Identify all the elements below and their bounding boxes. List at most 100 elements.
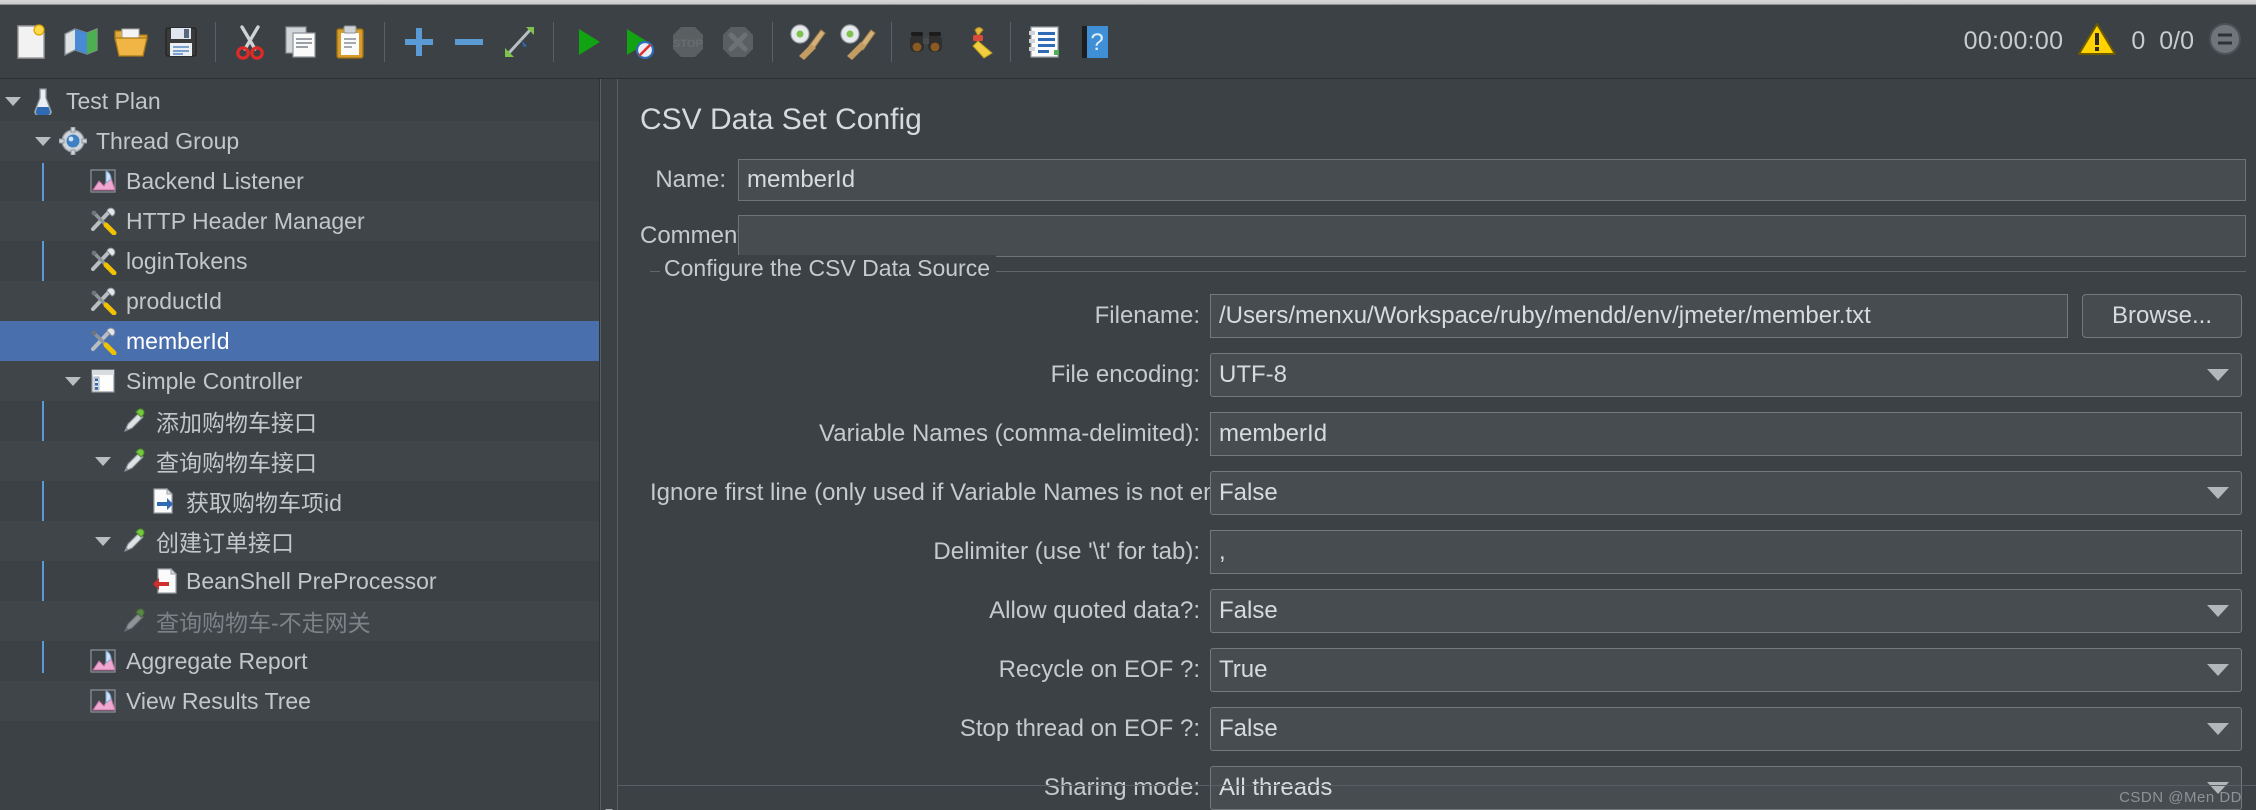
tree-node[interactable]: loginTokens: [0, 241, 599, 281]
chevron-down-icon[interactable]: [2207, 369, 2229, 381]
config-dropdown[interactable]: False: [1210, 471, 2242, 515]
tree-node[interactable]: memberId: [0, 321, 599, 361]
config-text-input[interactable]: /Users/menxu/Workspace/ruby/mendd/env/jm…: [1210, 294, 2068, 338]
config-field-row: Sharing mode: All threads: [650, 766, 2242, 810]
config-dropdown-value: False: [1219, 715, 1278, 742]
clear-icon[interactable]: [782, 17, 832, 67]
save-icon[interactable]: [156, 17, 206, 67]
tree-node[interactable]: 创建订单接口: [0, 521, 599, 561]
name-label: Name:: [655, 166, 726, 193]
start-no-pauses-icon[interactable]: [613, 17, 663, 67]
chevron-down-icon[interactable]: [2207, 723, 2229, 735]
chevron-down-icon[interactable]: [90, 536, 116, 546]
tree-node[interactable]: Simple Controller: [0, 361, 599, 401]
toolbar-group-file: [6, 17, 206, 67]
tree-node[interactable]: 添加购物车接口: [0, 401, 599, 441]
tree-node-label: Simple Controller: [126, 367, 303, 394]
tree-node[interactable]: productId: [0, 281, 599, 321]
search-icon[interactable]: [901, 17, 951, 67]
config-dropdown[interactable]: All threads: [1210, 766, 2242, 810]
tree-node[interactable]: 查询购物车接口: [0, 441, 599, 481]
collapse-all-icon[interactable]: [444, 17, 494, 67]
config-field-row: Ignore first line (only used if Variable…: [650, 471, 2242, 515]
toolbar-status-area: 00:00:00 0 0/0: [1964, 21, 2246, 62]
open-icon[interactable]: [106, 17, 156, 67]
paste-icon[interactable]: [325, 17, 375, 67]
config-field-control: False: [1210, 707, 2242, 751]
toggle-icon[interactable]: [494, 17, 544, 67]
name-input[interactable]: memberId: [738, 159, 2246, 201]
tree-node[interactable]: View Results Tree: [0, 681, 599, 721]
config-field-control: False: [1210, 471, 2242, 515]
panel-splitter[interactable]: [600, 79, 618, 810]
cut-icon[interactable]: [225, 17, 275, 67]
config-dropdown[interactable]: True: [1210, 648, 2242, 692]
tree-node[interactable]: Test Plan: [0, 81, 599, 121]
chevron-down-icon[interactable]: [2207, 605, 2229, 617]
config-element-icon: [86, 247, 120, 275]
tree-node[interactable]: Aggregate Report: [0, 641, 599, 681]
sampler-icon: [116, 407, 150, 435]
sampler-icon: [116, 447, 150, 475]
configure-csv-data-source-group: Configure the CSV Data Source Filename: /…: [650, 255, 2246, 810]
config-field-control: UTF-8: [1210, 353, 2242, 397]
csv-data-set-config-panel: CSV Data Set Config Name: memberId Comme…: [618, 79, 2256, 810]
page-title: CSV Data Set Config: [640, 103, 922, 136]
browse-button[interactable]: Browse...: [2082, 294, 2242, 338]
expand-all-icon[interactable]: [394, 17, 444, 67]
config-text-input[interactable]: memberId: [1210, 412, 2242, 456]
config-dropdown-value: UTF-8: [1219, 361, 1287, 388]
config-dropdown[interactable]: False: [1210, 707, 2242, 751]
tree-node-label: 获取购物车项id: [186, 490, 342, 516]
warning-triangle-icon[interactable]: [2077, 21, 2117, 62]
config-field-row: Allow quoted data?: False: [650, 589, 2242, 633]
tree-node[interactable]: 获取购物车项id: [0, 481, 599, 521]
thread-ratio: 0/0: [2159, 27, 2194, 55]
start-icon[interactable]: [563, 17, 613, 67]
tree-node[interactable]: BeanShell PreProcessor: [0, 561, 599, 601]
config-field-label: File encoding:: [1050, 361, 1200, 388]
toolbar-separator: [1010, 21, 1011, 62]
shutdown-icon: [713, 17, 763, 67]
config-field-label: Ignore first line (only used if Variable…: [650, 479, 1270, 506]
tree-node-label: productId: [126, 287, 222, 314]
config-field-control: /Users/menxu/Workspace/ruby/mendd/env/jm…: [1210, 294, 2242, 338]
chevron-down-icon[interactable]: [2207, 664, 2229, 676]
chevron-down-icon[interactable]: [60, 376, 86, 386]
tree-node-label: loginTokens: [126, 247, 248, 274]
config-dropdown[interactable]: False: [1210, 589, 2242, 633]
chevron-down-icon[interactable]: [2207, 487, 2229, 499]
chevron-down-icon[interactable]: [30, 136, 56, 146]
main-split: Test Plan Thread Group Backend Listener HTT…: [0, 79, 2256, 810]
copy-icon[interactable]: [275, 17, 325, 67]
config-dropdown-value: True: [1219, 656, 1268, 683]
clear-all-icon[interactable]: [832, 17, 882, 67]
help-icon[interactable]: ?: [1070, 17, 1120, 67]
chevron-down-icon[interactable]: [0, 96, 26, 106]
tree-node[interactable]: Backend Listener: [0, 161, 599, 201]
tree-node[interactable]: Thread Group: [0, 121, 599, 161]
config-text-input[interactable]: ,: [1210, 530, 2242, 574]
tree-node-label: Aggregate Report: [126, 647, 308, 674]
tree-node-label: HTTP Header Manager: [126, 207, 365, 234]
new-icon[interactable]: [6, 17, 56, 67]
tree-node-label: View Results Tree: [126, 687, 311, 714]
config-dropdown[interactable]: UTF-8: [1210, 353, 2242, 397]
toolbar-group-search: [901, 17, 1001, 67]
config-element-icon: [86, 327, 120, 355]
warning-count: 0: [2131, 27, 2146, 55]
config-field-label: Sharing mode:: [1043, 774, 1200, 801]
toolbar-group-help: ?: [1020, 17, 1120, 67]
templates-icon[interactable]: [56, 17, 106, 67]
threads-icon: [2208, 22, 2242, 61]
tree-node[interactable]: HTTP Header Manager: [0, 201, 599, 241]
reset-search-icon[interactable]: [951, 17, 1001, 67]
chevron-down-icon[interactable]: [90, 456, 116, 466]
svg-text:STOP: STOP: [673, 38, 703, 50]
comments-input[interactable]: [738, 215, 2246, 257]
comments-label: Comments:: [640, 222, 763, 249]
tree-node-label: memberId: [126, 327, 230, 354]
tree-node[interactable]: 查询购物车-不走网关: [0, 601, 599, 641]
function-helper-icon[interactable]: [1020, 17, 1070, 67]
test-plan-tree-panel[interactable]: Test Plan Thread Group Backend Listener HTT…: [0, 79, 600, 810]
